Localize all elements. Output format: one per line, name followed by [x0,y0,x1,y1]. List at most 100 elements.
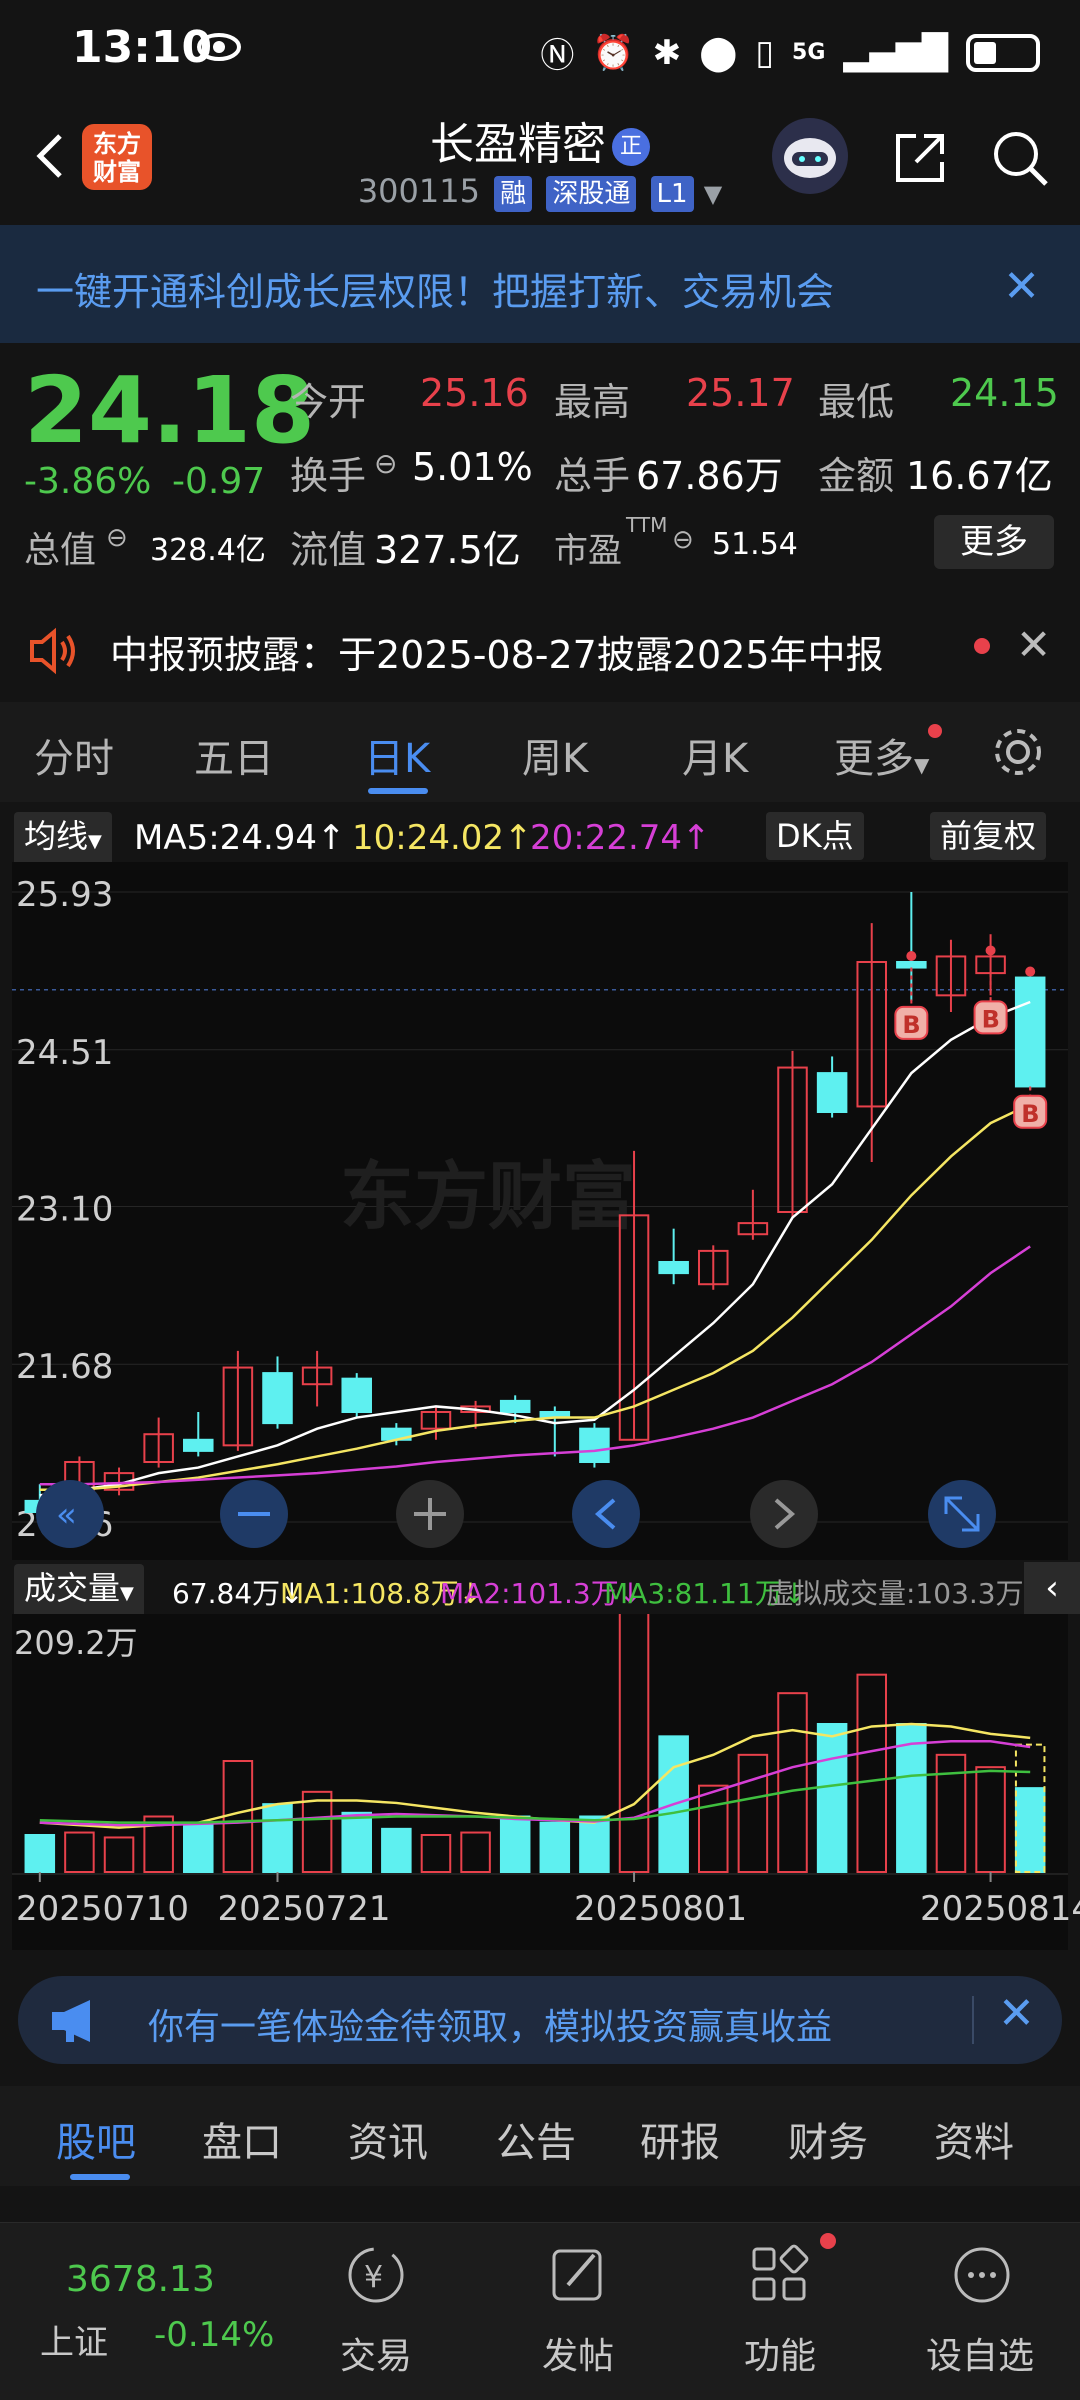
tab-pankou[interactable]: 盘口 [202,2110,282,2168]
volume-bar [579,1815,610,1873]
change-percent: -3.86% [24,461,152,502]
promo-banner[interactable]: 一键开通科创成长层权限！把握打新、交易机会 ✕ [0,225,1080,343]
robot-assistant-icon[interactable] [772,118,848,194]
y-tick-label: 24.51 [16,1033,113,1073]
gear-icon[interactable] [990,724,1046,780]
vibrate-icon: ▯ [755,32,775,73]
low-label: 最低 [818,380,895,424]
nav-function[interactable]: 功能 [744,2327,816,2379]
current-price: 24.18 [24,357,316,464]
search-icon[interactable] [988,126,1052,190]
buy-signal-text: B [1021,1100,1039,1128]
pe-ttm: TTM [626,513,668,537]
ma10-value: 10:24.02↑ [352,818,533,858]
volume-bar [539,1821,571,1874]
tab-five-day[interactable]: 五日 [194,726,274,784]
promo-text: 你有一笔体验金待领取，模拟投资赢真收益 [148,2007,833,2048]
banner-text: 一键开通科创成长层权限！把握打新、交易机会 [36,270,835,314]
notice-text: 中报预披露：于2025-08-27披露2025年中报 [110,633,884,677]
amount-value: 16.67亿 [906,454,1053,498]
more-dots-icon[interactable] [950,2243,1014,2307]
tab-guba[interactable]: 股吧 [56,2110,136,2168]
promo-pill[interactable]: 你有一笔体验金待领取，模拟投资赢真收益 ✕ [18,1976,1062,2064]
info-icon[interactable]: ⊖ [106,523,128,553]
buy-signal-text: B [982,1005,1000,1033]
nav-post[interactable]: 发帖 [542,2327,614,2379]
megaphone-icon [52,2000,90,2042]
volume-bar [1014,1787,1046,1873]
volume-bar [499,1815,531,1873]
tab-monthly-k[interactable]: 月K [682,726,748,784]
virtual-volume: 虚拟成交量:103.3万 [766,1577,1024,1610]
adjust-button[interactable]: 前复权 [930,812,1047,860]
notice-bar[interactable]: 中报预披露：于2025-08-27披露2025年中报 ✕ [0,600,1080,700]
more-button[interactable]: 更多 [934,515,1054,569]
candle-body [183,1438,214,1452]
tab-announcement[interactable]: 公告 [496,2110,576,2168]
candle-body [1014,976,1046,1088]
mktcap-label: 总值 [24,530,97,571]
signal-icon: ▂▄▆█ [843,32,948,73]
collapse-chevron-icon[interactable]: ‹ [1024,1562,1080,1614]
pe-label: 市盈 [554,531,622,571]
change-amount: -0.97 [172,461,266,502]
tab-more[interactable]: 更多▼ [834,726,929,784]
close-icon[interactable]: ✕ [1016,620,1051,669]
network-label: 5G [792,40,826,65]
candle-body [579,1427,610,1464]
bottom-nav: 3678.13 上证 -0.14% ¥ 交易 发帖 功能 设自选 [0,2222,1080,2400]
zheng-badge: 正 [612,128,650,166]
ma-selector[interactable]: 均线▼ [14,812,112,866]
b-mark-dot [1025,966,1036,977]
turnover-label: 换手 [290,454,367,498]
high-value: 25.17 [686,371,795,415]
close-icon[interactable]: ✕ [998,1988,1035,2039]
indicator-selector[interactable]: 成交量▼ [14,1564,144,1618]
ma20-value: 20:22.74↑ [530,818,711,858]
ma-legend: 均线▼ MA5:24.94↑ 10:24.02↑ 20:22.74↑ DK点 前… [0,806,1080,866]
high-label: 最高 [554,380,631,424]
info-icon[interactable]: ⊖ [374,447,397,480]
volume-label: 总手 [554,454,631,498]
x-tick-label: 20250710 [16,1889,189,1929]
unread-dot [928,724,942,738]
info-icon[interactable]: ⊖ [672,525,694,555]
volume-bar [381,1827,412,1874]
tab-news[interactable]: 资讯 [348,2110,428,2168]
tab-weekly-k[interactable]: 周K [522,726,588,784]
connect-tag: 深股通 [546,176,637,212]
close-icon[interactable]: ✕ [1003,261,1040,312]
volume-value: 67.86万 [636,454,783,498]
pe-value: 51.54 [712,527,798,562]
grid-apps-icon[interactable] [748,2243,812,2307]
share-icon[interactable] [888,126,952,190]
edit-icon[interactable] [546,2243,610,2307]
trade-icon[interactable]: ¥ [344,2243,408,2307]
tab-finance[interactable]: 财务 [788,2110,868,2168]
candle-body [341,1377,372,1414]
tab-research[interactable]: 研报 [640,2110,720,2168]
candlestick-chart[interactable]: 东方财富 25.9324.5123.1021.6820.26 BBB « [0,862,1080,1562]
candle-body [499,1399,531,1414]
tab-intraday[interactable]: 分时 [34,726,114,784]
tab-profile[interactable]: 资料 [934,2110,1014,2168]
float-value: 327.5亿 [374,528,521,572]
low-value: 24.15 [950,371,1059,415]
candle-body [658,1261,689,1275]
candle-body [816,1072,848,1114]
b-mark-dot [985,945,996,956]
buy-signal-text: B [902,1011,920,1039]
volume-chart[interactable]: 209.2万 20250710 20250721 20250801 20250814 [0,1614,1080,1954]
dk-point-button[interactable]: DK点 [766,812,864,860]
bluetooth-icon: ✱ [652,32,682,73]
scroll-right-button[interactable] [750,1480,818,1548]
tab-daily-k[interactable]: 日K [364,726,430,784]
watermark: 东方财富 [340,1154,636,1240]
nav-trade[interactable]: 交易 [340,2327,412,2379]
b-mark-dot [906,951,917,961]
volume-max-label: 209.2万 [14,1624,138,1662]
index-value[interactable]: 3678.13 [66,2259,215,2300]
chevron-down-icon: ▼ [703,180,723,208]
scroll-left-button[interactable] [572,1480,640,1548]
nav-add-watchlist[interactable]: 设自选 [926,2327,1034,2379]
